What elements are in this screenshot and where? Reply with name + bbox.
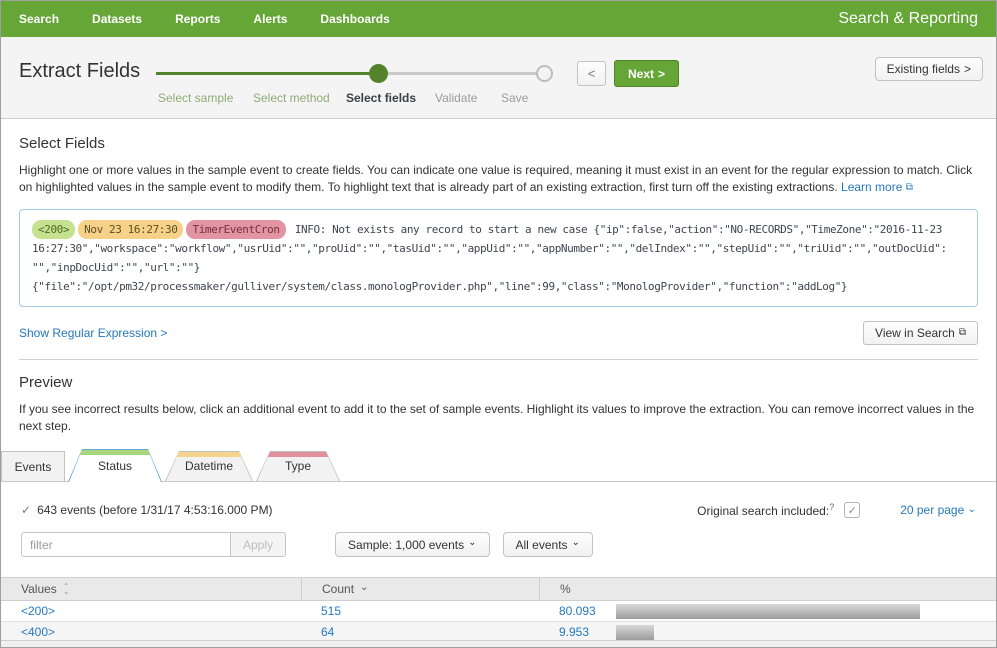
values-table: Values ⌃⌄ Count ⌄ % <200> 515 80.093 <400> 6… (1, 577, 996, 648)
highlighted-value-pink[interactable]: TimerEventCron (186, 220, 285, 239)
select-fields-section: Select Fields Highlight one or more valu… (1, 119, 996, 360)
values-table-header: Values ⌃⌄ Count ⌄ % (1, 578, 996, 601)
nav-item-alerts[interactable]: Alerts (253, 12, 287, 26)
tab-datetime[interactable]: Datetime (165, 451, 253, 481)
percent-cell-link[interactable]: 9.953 (559, 625, 589, 639)
sample-dropdown[interactable]: Sample: 1,000 events ⌄ (335, 532, 489, 557)
tab-label: Status (68, 459, 162, 473)
apply-button[interactable]: Apply (231, 532, 286, 557)
column-header-count[interactable]: Count ⌄ (301, 578, 539, 600)
stepper-line-done (156, 72, 378, 75)
next-button[interactable]: Next> (614, 60, 679, 87)
chevron-down-icon: ⌄ (572, 537, 580, 548)
column-header-percent[interactable]: % (539, 578, 996, 600)
percent-bar (616, 625, 654, 640)
count-cell-link[interactable]: 64 (321, 625, 334, 639)
external-link-icon: ⧉ (906, 182, 913, 193)
original-search-checkbox[interactable]: ✓ (844, 502, 860, 518)
app-navbar: Search Datasets Reports Alerts Dashboards Se… (1, 1, 996, 37)
value-cell-link[interactable]: <200> (21, 604, 55, 618)
view-in-search-button[interactable]: View in Search ⧉ (863, 321, 978, 345)
preview-tabs: Events StatusDatetimeType (1, 449, 996, 482)
preview-section: Preview If you see incorrect results bel… (1, 360, 996, 435)
extract-fields-page: Search Datasets Reports Alerts Dashboards Se… (0, 0, 997, 648)
select-fields-description: Highlight one or more values in the samp… (19, 162, 978, 197)
events-summary: 643 events (before 1/31/17 4:53:16.000 P… (37, 503, 273, 517)
page-header: Extract Fields Select sample Select metho… (1, 37, 996, 119)
nav-item-reports[interactable]: Reports (175, 12, 220, 26)
event-line: {"file":"/opt/pm32/processmaker/gulliver… (32, 277, 965, 296)
sort-icon: ⌃⌄ (63, 584, 70, 594)
filter-input[interactable] (21, 532, 231, 557)
app-title: Search & Reporting (838, 10, 978, 28)
tab-color-stripe (77, 450, 153, 455)
tab-label: Events (2, 460, 64, 474)
check-icon: ✓ (21, 503, 31, 517)
tab-label: Type (256, 459, 340, 473)
event-line: 16:27:30","workspace":"workflow","usrUid… (32, 239, 965, 258)
chevron-right-icon: > (160, 326, 167, 340)
learn-more-link[interactable]: Learn more ⧉ (841, 180, 913, 194)
per-page-dropdown[interactable]: 20 per page ⌄ (900, 503, 976, 517)
preview-heading: Preview (19, 374, 978, 391)
event-line-1: <200>Nov 23 16:27:30TimerEventCron INFO:… (32, 220, 965, 239)
progress-stepper: Select sample Select method Select fields V… (156, 63, 552, 113)
all-events-dropdown[interactable]: All events ⌄ (503, 532, 593, 557)
percent-cell-link[interactable]: 80.093 (559, 604, 596, 618)
results-summary-row: ✓ 643 events (before 1/31/17 4:53:16.000… (1, 482, 996, 518)
highlighted-value-yellow[interactable]: Nov 23 16:27:30 (78, 220, 183, 239)
check-icon: ✓ (848, 504, 857, 517)
summary-controls: Original search included:? ✓ 20 per page… (697, 502, 976, 518)
tab-type[interactable]: Type (256, 451, 340, 481)
help-question-icon[interactable]: ? (829, 502, 834, 512)
table-row: <200> 515 80.093 (1, 601, 996, 622)
count-cell-link[interactable]: 515 (321, 604, 341, 618)
external-link-icon: ⧉ (959, 327, 966, 338)
stepper-end-circle (536, 65, 553, 82)
back-button[interactable]: < (577, 61, 606, 86)
chevron-right-icon: > (964, 62, 971, 76)
column-header-values[interactable]: Values ⌃⌄ (1, 578, 301, 600)
original-search-label: Original search included:? (697, 502, 834, 518)
stepper-current-dot (369, 64, 388, 83)
nav-item-search[interactable]: Search (19, 12, 59, 26)
tab-events[interactable]: Events (1, 451, 65, 481)
step-label-select-fields: Select fields (346, 91, 416, 105)
page-title: Extract Fields (19, 60, 140, 83)
percent-bar (616, 604, 920, 619)
preview-description: If you see incorrect results below, clic… (19, 401, 978, 435)
stepper-labels: Select sample Select method Select fields V… (156, 91, 552, 107)
chevron-right-icon: > (658, 67, 665, 81)
highlighted-value-green[interactable]: <200> (32, 220, 75, 239)
tab-status[interactable]: Status (68, 449, 162, 482)
tab-color-stripe (265, 452, 331, 457)
existing-fields-button[interactable]: Existing fields> (875, 57, 983, 81)
step-label-select-method: Select method (253, 91, 330, 105)
footer-strip (1, 640, 996, 647)
step-label-validate: Validate (435, 91, 477, 105)
filter-row: Apply Sample: 1,000 events ⌄ All events … (1, 532, 996, 557)
show-regex-link[interactable]: Show Regular Expression > (19, 326, 167, 340)
regex-row: Show Regular Expression > View in Search… (19, 321, 978, 345)
step-label-save: Save (501, 91, 528, 105)
tab-label: Datetime (165, 459, 253, 473)
stepper-line-todo (378, 72, 544, 75)
step-label-select-sample: Select sample (158, 91, 233, 105)
chevron-left-icon: < (588, 66, 596, 81)
navbar-items: Search Datasets Reports Alerts Dashboards (19, 12, 390, 26)
sample-event-box[interactable]: <200>Nov 23 16:27:30TimerEventCron INFO:… (19, 209, 978, 307)
event-extra-lines: 16:27:30","workspace":"workflow","usrUid… (32, 239, 965, 296)
tab-color-stripe (174, 452, 244, 457)
nav-item-dashboards[interactable]: Dashboards (320, 12, 389, 26)
chevron-down-icon: ⌄ (468, 537, 476, 548)
value-cell-link[interactable]: <400> (21, 625, 55, 639)
nav-item-datasets[interactable]: Datasets (92, 12, 142, 26)
select-fields-heading: Select Fields (19, 135, 978, 152)
event-line: "","inpDocUid":"","url":""} (32, 258, 965, 277)
sort-desc-icon: ⌄ (360, 582, 368, 593)
chevron-down-icon: ⌄ (968, 504, 976, 515)
